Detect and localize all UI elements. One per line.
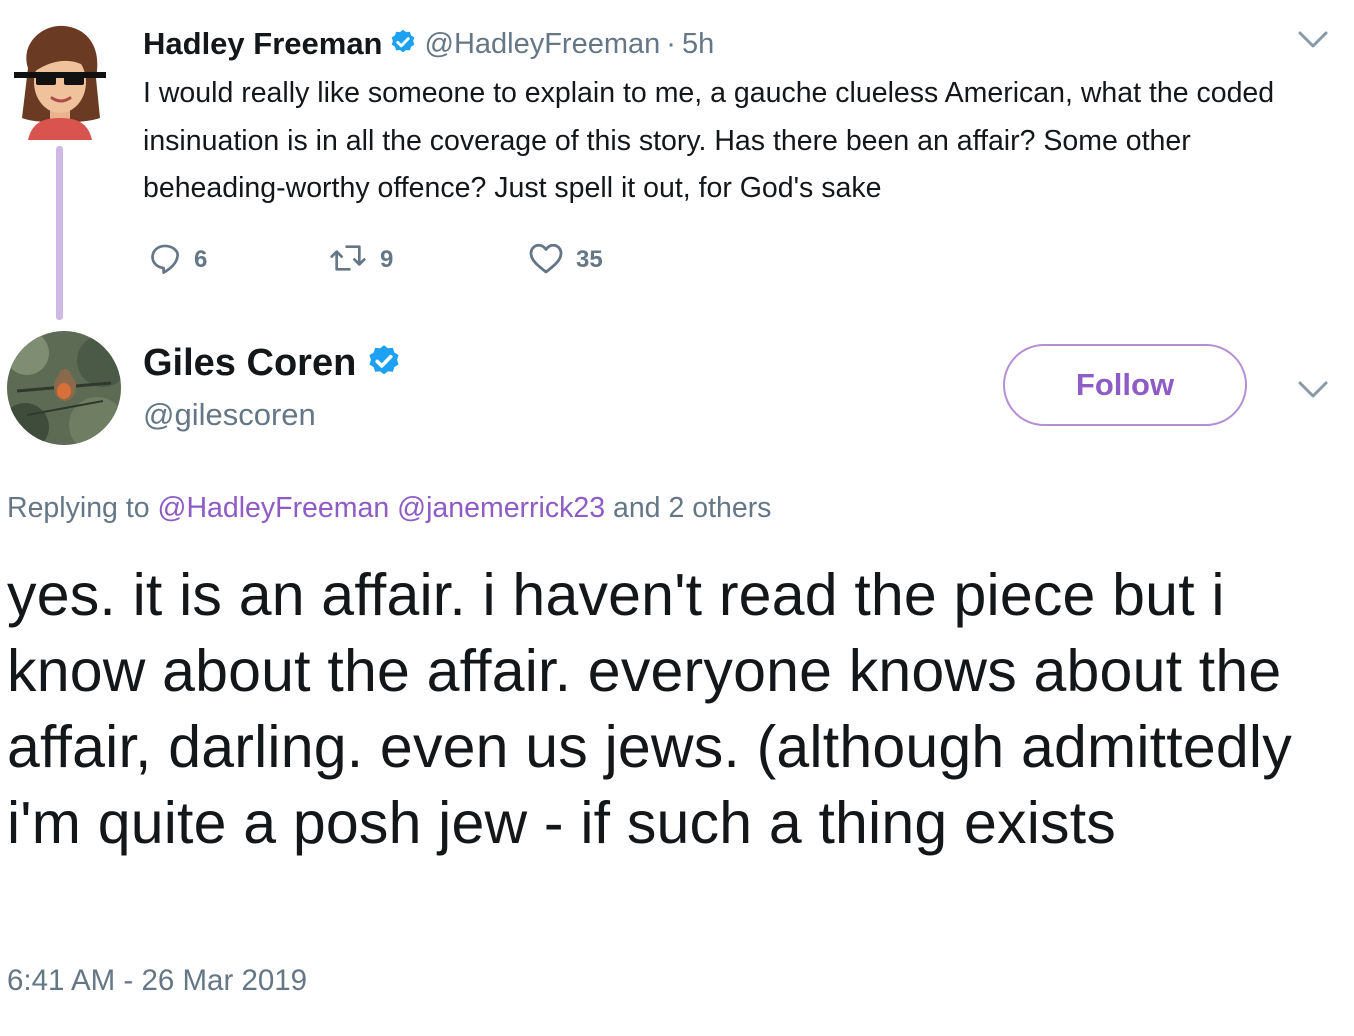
retweet-action[interactable]: 9 <box>328 238 393 282</box>
verified-badge-icon <box>366 343 402 384</box>
mention-link[interactable]: @HadleyFreeman <box>158 492 390 524</box>
tweet1-text: I would really like someone to explain t… <box>143 77 1275 204</box>
reply-icon <box>148 241 182 280</box>
verified-badge-icon <box>389 28 417 61</box>
author-handle[interactable]: @gilescoren <box>143 397 316 433</box>
retweet-count: 9 <box>380 246 394 273</box>
others-link[interactable]: and 2 others <box>613 492 771 524</box>
author-handle[interactable]: @HadleyFreeman <box>425 28 661 61</box>
reply-count: 6 <box>194 246 208 273</box>
tweet-timestamp[interactable]: 6:41 AM - 26 Mar 2019 <box>7 964 307 998</box>
tweet1-header: Hadley Freeman @HadleyFreeman · 5h <box>143 24 714 64</box>
avatar[interactable] <box>14 22 106 140</box>
avatar[interactable] <box>7 331 121 445</box>
like-action[interactable]: 35 <box>528 238 603 282</box>
robin-avatar-image <box>7 331 121 445</box>
reply-action[interactable]: 6 <box>148 238 207 282</box>
mention-link[interactable]: @janemerrick23 <box>397 492 605 524</box>
retweet-icon <box>328 241 368 280</box>
like-count: 35 <box>576 246 603 273</box>
header-separator: · <box>666 27 676 60</box>
author-name[interactable]: Hadley Freeman <box>143 26 383 62</box>
follow-button[interactable]: Follow <box>1003 344 1247 426</box>
author-name[interactable]: Giles Coren <box>143 342 356 385</box>
bitmoji-avatar-image <box>14 25 106 140</box>
tweet-time[interactable]: 5h <box>682 28 714 61</box>
replying-to: Replying to @HadleyFreeman @janemerrick2… <box>7 492 771 525</box>
chevron-down-icon[interactable] <box>1296 378 1330 407</box>
heart-icon <box>528 241 564 280</box>
tweet2-text: yes. it is an affair. i haven't read the… <box>7 562 1292 856</box>
replying-prefix: Replying to <box>7 492 150 524</box>
tweet2-header: Giles Coren <box>143 338 410 388</box>
chevron-down-icon[interactable] <box>1296 28 1330 57</box>
thread-connector-line <box>56 146 63 320</box>
